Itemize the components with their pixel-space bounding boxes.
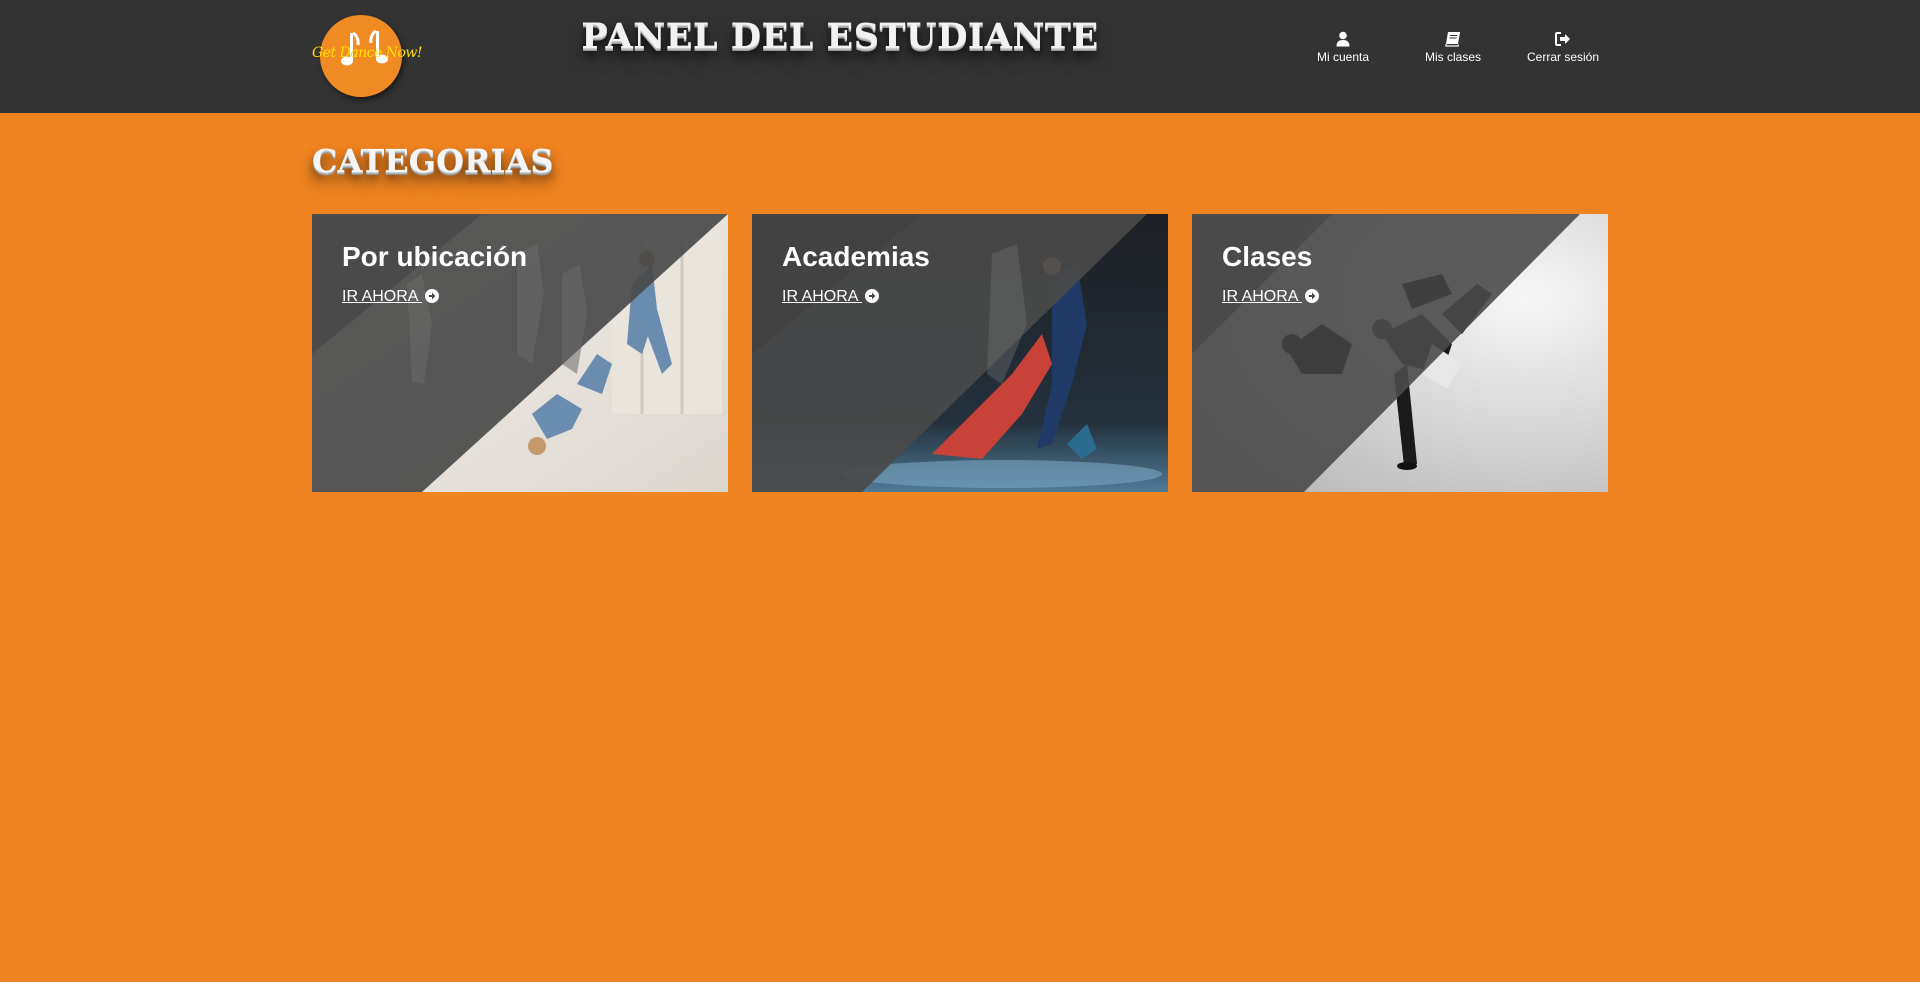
card-title: Clases: [1222, 241, 1313, 272]
page-title: PANEL DEL ESTUDIANTE: [581, 16, 1099, 57]
ir-ahora-link[interactable]: IR AHORA: [1222, 288, 1320, 306]
card-title: Academias: [782, 241, 930, 272]
category-card-ubicacion[interactable]: Por ubicación IR AHORA: [312, 214, 728, 492]
arrow-circle-right-icon: [1305, 289, 1320, 303]
nav-mis-clases[interactable]: Mis clases: [1398, 30, 1508, 64]
sign-out-icon: [1555, 32, 1570, 46]
ir-ahora-link[interactable]: IR AHORA: [782, 288, 880, 306]
category-card-academias[interactable]: Academias IR AHORA: [752, 214, 1168, 492]
nav-mi-cuenta[interactable]: Mi cuenta: [1288, 30, 1398, 64]
nav-cerrar-sesion[interactable]: Cerrar sesión: [1508, 30, 1618, 64]
user-icon: [1336, 31, 1350, 47]
arrow-circle-right-icon: [425, 289, 440, 303]
nav-label: Cerrar sesión: [1526, 50, 1600, 64]
ir-ahora-link[interactable]: IR AHORA: [342, 288, 440, 306]
category-card-clases[interactable]: Clases IR AHORA: [1192, 214, 1608, 492]
logo[interactable]: Get Dance Now!: [312, 13, 423, 101]
logo-text: Get Dance Now!: [312, 45, 423, 61]
card-link-label: IR AHORA: [782, 288, 858, 305]
book-icon: [1445, 32, 1460, 47]
arrow-circle-right-icon: [865, 289, 880, 303]
card-link-label: IR AHORA: [1222, 288, 1298, 305]
nav-label: Mi cuenta: [1316, 50, 1370, 64]
nav-label: Mis clases: [1424, 50, 1481, 64]
header-bar: Get Dance Now! PANEL DEL ESTUDIANTE Mi c…: [0, 0, 1920, 113]
section-title: CATEGORIAS: [312, 142, 554, 180]
card-title: Por ubicación: [342, 241, 528, 272]
card-link-label: IR AHORA: [342, 288, 418, 305]
